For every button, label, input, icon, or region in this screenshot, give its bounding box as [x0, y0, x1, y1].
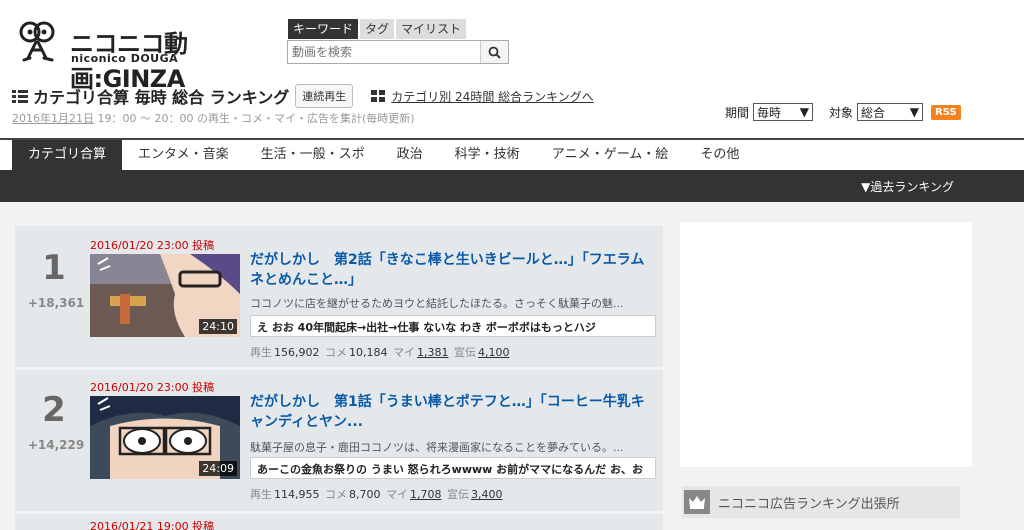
search-tabs: キーワード タグ マイリスト [288, 19, 467, 39]
search-input[interactable] [288, 41, 480, 63]
tab-entertainment-music[interactable]: エンタメ・音楽 [122, 140, 245, 170]
sub-bar: ▼過去ランキング [0, 170, 1024, 202]
aggregation-text: 19：00 ～ 20：00 の再生・コメ・マイ・広告を集計(毎時更新) [94, 112, 415, 125]
ranking-filters: 期間 毎時 ▼ 対象 総合 ▼ RSS [725, 103, 961, 121]
posted-date: 2016/01/20 23:00 投稿 [90, 381, 215, 394]
mylist-label: マイ [393, 346, 415, 359]
play-label: 再生 [250, 488, 272, 501]
rank-point-diff: +18,361 [27, 296, 85, 310]
video-thumbnail[interactable]: 24:10 [90, 254, 240, 337]
comment-label: コメ [325, 488, 347, 501]
category-24h-link-wrap: カテゴリ別 24時間 総合ランキングへ [371, 88, 594, 105]
past-ranking-toggle[interactable]: ▼過去ランキング [861, 178, 954, 195]
crown-icon [684, 490, 710, 514]
search-tab-mylist[interactable]: マイリスト [396, 19, 467, 39]
search-box [287, 40, 509, 64]
period-label: 期間 [725, 105, 750, 120]
play-count: 114,955 [274, 488, 320, 501]
ranking-date-link[interactable]: 2016年1月21日 [12, 112, 94, 125]
comment-label: コメ [325, 346, 347, 359]
site-logo[interactable]: ニコニコ動画:GINZA niconico DOUGA [14, 20, 274, 93]
mylist-label: マイ [386, 488, 408, 501]
tab-politics[interactable]: 政治 [381, 140, 439, 170]
ad-label: 宣伝 [447, 488, 469, 501]
logo-subtext: niconico DOUGA [71, 52, 179, 65]
latest-comments: あーこの金魚お祭りの うまい 怒られろwwww お前がママになるんだ お、お [250, 457, 656, 479]
ad-count-link[interactable]: 4,100 [478, 346, 510, 359]
main-area: 1 +18,361 2016/01/20 23:00 投稿 24:10 だがしか… [0, 202, 1024, 530]
video-thumbnail[interactable]: 24:09 [90, 396, 240, 479]
tab-other[interactable]: その他 [684, 140, 755, 170]
ad-count-link[interactable]: 3,400 [471, 488, 503, 501]
tab-life-general-sports[interactable]: 生活・一般・スポ [245, 140, 381, 170]
grid-icon [371, 89, 386, 102]
chevron-down-icon: ▼ [909, 105, 920, 119]
list-grid-icon [12, 89, 28, 103]
search-icon [488, 46, 501, 59]
search-tab-keyword[interactable]: キーワード [288, 19, 359, 39]
posted-date: 2016/01/20 23:00 投稿 [90, 239, 215, 252]
video-description: ココノツに店を継がせるためヨウと結託したほたる。さっそく駄菓子の魅... [250, 297, 624, 310]
mylist-count-link[interactable]: 1,708 [410, 488, 442, 501]
target-value: 総合 [861, 105, 886, 120]
period-value: 毎時 [757, 105, 782, 120]
tab-category-all[interactable]: カテゴリ合算 [12, 140, 123, 170]
rank-point-diff: +14,229 [27, 438, 85, 452]
video-stats: 再生 114,955 コメ 8,700 マイ 1,708 宣伝 3,400 [250, 486, 505, 502]
video-title-link[interactable]: だがしかし 第2話「きなこ棒と生いきビールと…」「フエラムネとめんこと…」 [250, 250, 656, 290]
rank-number: 2 [42, 390, 66, 430]
ranking-list: 1 +18,361 2016/01/20 23:00 投稿 24:10 だがしか… [15, 226, 663, 530]
latest-comments: え おお 40年間起床→出社→仕事 ないな わき ボーボボはもっとハジ [250, 315, 656, 337]
posted-date: 2016/01/21 19:00 投稿 [90, 520, 215, 530]
target-label: 対象 [829, 105, 854, 120]
video-stats: 再生 156,902 コメ 10,184 マイ 1,381 宣伝 4,100 [250, 344, 512, 360]
page-title: カテゴリ合算 毎時 総合 ランキング [33, 88, 290, 107]
rss-button[interactable]: RSS [931, 104, 961, 120]
advertisement-area [680, 222, 972, 467]
ad-ranking-header[interactable]: ニコニコ広告ランキング出張所 [682, 486, 960, 518]
category-nav: カテゴリ合算 エンタメ・音楽 生活・一般・スポ 政治 科学・技術 アニメ・ゲーム… [0, 138, 1024, 170]
mylist-count-link[interactable]: 1,381 [417, 346, 449, 359]
continuous-play-button[interactable]: 連続再生 [295, 84, 354, 108]
video-duration: 24:09 [199, 461, 237, 476]
title-row: カテゴリ合算 毎時 総合 ランキング 連続再生 カテゴリ別 24時間 総合ランキ… [12, 84, 594, 108]
tab-science-tech[interactable]: 科学・技術 [439, 140, 536, 170]
rank-number: 1 [42, 248, 66, 288]
tab-anime-game-art[interactable]: アニメ・ゲーム・絵 [536, 140, 685, 170]
play-count: 156,902 [274, 346, 320, 359]
video-duration: 24:10 [199, 319, 237, 334]
ranking-item: 2 +14,229 2016/01/20 23:00 投稿 24:09 だがしか… [15, 370, 663, 511]
video-description: 駄菓子屋の息子・鹿田ココノツは、将来漫画家になることを夢みている。... [250, 441, 624, 454]
play-label: 再生 [250, 346, 272, 359]
aggregation-period: 2016年1月21日 19：00 ～ 20：00 の再生・コメ・マイ・広告を集計… [12, 110, 415, 126]
search-button[interactable] [480, 41, 508, 63]
comment-count: 8,700 [349, 488, 381, 501]
video-title-link[interactable]: だがしかし 第1話「うまい棒とポテフと…」「コーヒー牛乳キャンディとヤン... [250, 392, 656, 432]
ad-ranking-label: ニコニコ広告ランキング出張所 [718, 496, 900, 512]
comment-count: 10,184 [349, 346, 388, 359]
niconico-mascot-icon [19, 21, 55, 62]
ranking-item: 1 +18,361 2016/01/20 23:00 投稿 24:10 だがしか… [15, 226, 663, 367]
search-tab-tag[interactable]: タグ [360, 19, 395, 39]
period-select[interactable]: 毎時 ▼ [753, 103, 814, 121]
chevron-down-icon: ▼ [799, 105, 810, 119]
target-select[interactable]: 総合 ▼ [857, 103, 924, 121]
ad-label: 宣伝 [454, 346, 476, 359]
ranking-item: 2016/01/21 19:00 投稿 [15, 514, 663, 530]
category-24h-link[interactable]: カテゴリ別 24時間 総合ランキングへ [391, 88, 594, 105]
